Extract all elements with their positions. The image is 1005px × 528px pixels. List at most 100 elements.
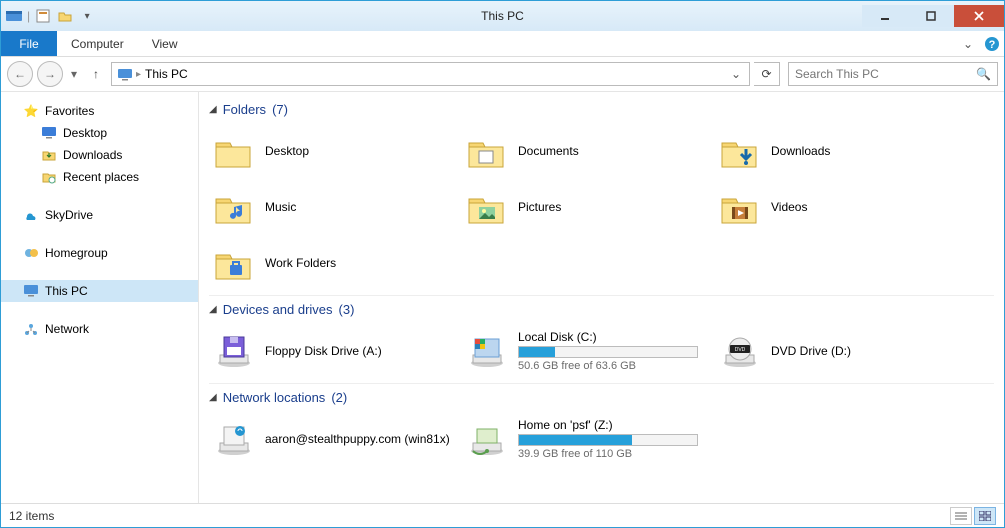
group-network-header[interactable]: ◢ Network locations (2) [209,390,994,405]
folder-tile[interactable]: Desktop [209,123,462,179]
tree-skydrive[interactable]: SkyDrive [1,204,198,226]
address-bar[interactable]: ▸ This PC ⌄ [111,62,750,86]
qa-customize-dropdown-icon[interactable]: ▾ [78,7,96,25]
tree-recent[interactable]: Recent places [1,166,198,188]
folder-videos [719,186,761,228]
group-drives-title: Devices and drives [223,302,333,317]
folder-desktop [213,130,255,172]
folder-tile[interactable]: Downloads [715,123,968,179]
group-drives-header[interactable]: ◢ Devices and drives (3) [209,302,994,317]
tile-label: Desktop [265,144,458,158]
search-icon[interactable]: 🔍 [976,67,991,81]
folder-pictures [466,186,508,228]
history-dropdown-icon[interactable]: ▾ [67,61,81,87]
address-text: This PC [141,67,727,81]
svg-text:DVD: DVD [735,347,746,353]
tile-label: aaron@stealthpuppy.com (win81x) [265,432,458,446]
search-box[interactable]: 🔍 [788,62,998,86]
tree-thispc[interactable]: This PC [1,280,198,302]
drive-tile[interactable]: Local Disk (C:) 50.6 GB free of 63.6 GB [462,323,715,379]
ribbon-expand-icon[interactable]: ⌄ [956,31,980,56]
tile-label: Documents [518,144,711,158]
tree-network[interactable]: Network [1,318,198,340]
tree-homegroup-label: Homegroup [45,246,108,260]
title-bar: | ▾ This PC [1,1,1004,31]
navigation-bar: ← → ▾ ↑ ▸ This PC ⌄ ⟳ 🔍 [1,57,1004,91]
drive-tile[interactable]: DVDDVD Drive (D:) [715,323,968,379]
group-network-title: Network locations [223,390,326,405]
drive-tile[interactable]: Floppy Disk Drive (A:) [209,323,462,379]
tree-downloads[interactable]: Downloads [1,144,198,166]
drives-tiles: Floppy Disk Drive (A:) Local Disk (C:) 50.… [209,323,994,379]
qa-newfolder-icon[interactable] [56,7,74,25]
drive-tile[interactable]: Home on 'psf' (Z:)39.9 GB free of 110 GB [462,411,715,467]
body: ⭐ Favorites Desktop Downloads Recent pla… [1,91,1004,503]
ribbon-bar: File Computer View ⌄ ? [1,31,1004,57]
back-button[interactable]: ← [7,61,33,87]
refresh-button[interactable]: ⟳ [754,62,780,86]
homegroup-icon [23,245,39,261]
search-input[interactable] [795,67,976,81]
hdd-icon [466,330,508,372]
content-pane: ◢ Folders (7) Desktop Documents Download… [199,92,1004,503]
tile-label: Home on 'psf' (Z:) [518,418,711,432]
up-button[interactable]: ↑ [85,63,107,85]
tile-sub: 50.6 GB free of 63.6 GB [518,360,711,372]
folder-tile[interactable]: Work Folders [209,235,462,291]
close-button[interactable] [954,5,1004,27]
thispc-icon [23,283,39,299]
help-icon[interactable]: ? [980,31,1004,56]
usage-bar [518,346,698,358]
tree-desktop[interactable]: Desktop [1,122,198,144]
netloc-icon [213,418,255,460]
collapse-icon: ◢ [209,104,217,115]
view-tiles-button[interactable] [974,507,996,525]
tile-label: Downloads [771,144,964,158]
folder-tile[interactable]: Pictures [462,179,715,235]
status-text: 12 items [9,509,54,523]
maximize-button[interactable] [908,5,954,27]
recent-icon [41,169,57,185]
tree-network-label: Network [45,322,89,336]
collapse-icon: ◢ [209,304,217,315]
view-details-button[interactable] [950,507,972,525]
tile-label: Local Disk (C:) [518,330,711,344]
tile-label: Pictures [518,200,711,214]
tree-thispc-label: This PC [45,284,88,298]
desktop-icon [41,125,57,141]
tree-homegroup[interactable]: Homegroup [1,242,198,264]
folder-music [213,186,255,228]
tree-recent-label: Recent places [63,170,139,184]
navigation-pane: ⭐ Favorites Desktop Downloads Recent pla… [1,92,199,503]
folder-tile[interactable]: Videos [715,179,968,235]
group-folders-header[interactable]: ◢ Folders (7) [209,102,994,117]
group-network-count: (2) [331,390,347,405]
file-tab[interactable]: File [1,31,57,56]
tree-skydrive-label: SkyDrive [45,208,93,222]
network-tiles: aaron@stealthpuppy.com (win81x) Home on '… [209,411,994,467]
collapse-icon: ◢ [209,392,217,403]
tree-favorites[interactable]: ⭐ Favorites [1,100,198,122]
star-icon: ⭐ [23,103,39,119]
tile-label: Work Folders [265,256,458,270]
folder-tile[interactable]: Documents [462,123,715,179]
folder-documents [466,130,508,172]
system-menu-icon[interactable] [5,7,23,25]
tile-label: Videos [771,200,964,214]
tile-label: Music [265,200,458,214]
forward-button[interactable]: → [37,61,63,87]
address-dropdown-icon[interactable]: ⌄ [727,67,745,81]
folder-tile[interactable]: Music [209,179,462,235]
explorer-window: | ▾ This PC File Computer View ⌄ ? ← → [0,0,1005,528]
tree-downloads-label: Downloads [63,148,122,162]
tab-computer[interactable]: Computer [57,31,138,56]
minimize-button[interactable] [862,5,908,27]
qa-properties-icon[interactable] [34,7,52,25]
tab-view[interactable]: View [138,31,192,56]
window-buttons [862,5,1004,27]
skydrive-icon [23,207,39,223]
tile-label: Floppy Disk Drive (A:) [265,344,458,358]
status-bar: 12 items [1,503,1004,527]
tree-favorites-label: Favorites [45,104,94,118]
drive-tile[interactable]: aaron@stealthpuppy.com (win81x) [209,411,462,467]
